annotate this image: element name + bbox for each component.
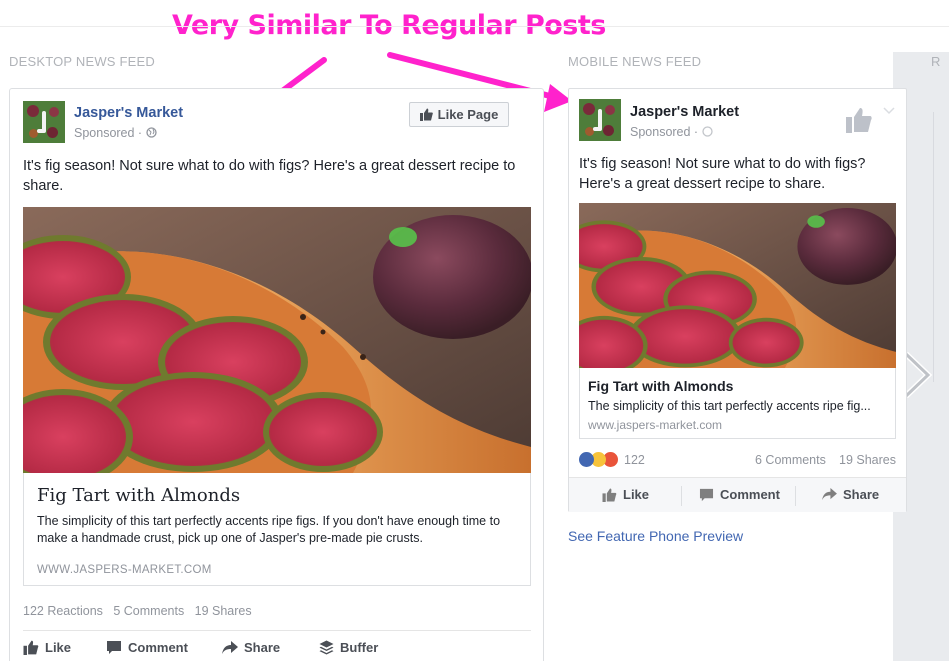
link-preview-box[interactable]: Fig Tart with Almonds The simplicity of … — [579, 368, 896, 439]
reactions-count[interactable]: 122 Reactions — [23, 604, 103, 618]
comment-bubble-icon — [107, 641, 121, 654]
fig-tart-image[interactable] — [579, 203, 896, 368]
right-section-label: R — [931, 54, 941, 69]
buffer-stack-icon — [319, 640, 334, 655]
share-action-label: Share — [244, 640, 281, 655]
chevron-down-icon[interactable] — [883, 107, 895, 115]
globe-icon — [701, 126, 713, 137]
comment-action-label: Comment — [128, 640, 188, 655]
link-domain: WWW.JASPERS-MARKET.COM — [37, 564, 212, 576]
globe-icon — [145, 127, 157, 138]
post-text: It's fig season! Not sure what to do wit… — [579, 156, 866, 192]
buffer-action-label: Buffer — [340, 640, 379, 655]
mobile-post-card: Jasper's Market Sponsored · It's fig sea… — [568, 88, 907, 512]
sponsored-text: Sponsored · — [630, 125, 702, 139]
link-description: The simplicity of this tart perfectly ac… — [37, 514, 501, 545]
comments-count[interactable]: 6 Comments — [755, 453, 826, 467]
sponsored-label: Sponsored · — [630, 125, 713, 139]
sponsored-text: Sponsored · — [74, 126, 146, 140]
thumbs-up-icon — [419, 108, 433, 121]
share-action-button[interactable]: Share — [822, 487, 879, 502]
mobile-action-bar: Like Comment Share — [569, 477, 906, 512]
post-text: It's fig season! Not sure what to do wit… — [23, 158, 516, 194]
link-title: Fig Tart with Almonds — [37, 485, 241, 506]
like-page-label: Like Page — [437, 107, 499, 122]
link-description: The simplicity of this tart perfectly ac… — [588, 399, 871, 413]
thumbs-up-icon — [23, 640, 39, 655]
mobile-section-label: MOBILE NEWS FEED — [568, 54, 702, 69]
comment-action-button[interactable]: Comment — [699, 487, 780, 502]
desktop-post-card: Jasper's Market Sponsored · Like Page It… — [9, 88, 544, 661]
reaction-count[interactable]: 122 — [624, 453, 645, 467]
like-action-label: Like — [45, 640, 72, 655]
top-divider — [0, 26, 949, 27]
comment-action-button[interactable]: Comment — [106, 640, 188, 655]
comments-count[interactable]: 5 Comments — [113, 604, 184, 618]
like-page-button[interactable]: Like Page — [409, 102, 509, 127]
fig-tart-image[interactable] — [23, 207, 531, 473]
page-name-link[interactable]: Jasper's Market — [630, 104, 739, 120]
like-action-button[interactable]: Like — [23, 640, 71, 655]
link-title: Fig Tart with Almonds — [588, 378, 734, 394]
share-action-label: Share — [843, 487, 880, 502]
share-arrow-icon — [222, 640, 238, 654]
page-avatar[interactable] — [23, 101, 65, 143]
shares-count[interactable]: 19 Shares — [839, 453, 897, 467]
page-avatar[interactable] — [579, 99, 621, 141]
feature-phone-preview-link[interactable]: See Feature Phone Preview — [568, 528, 743, 544]
link-domain: www.jaspers-market.com — [588, 418, 723, 432]
like-page-thumb-icon[interactable] — [845, 107, 873, 133]
like-action-button[interactable]: Like — [602, 487, 649, 502]
like-reaction-icon — [579, 452, 594, 467]
comment-bubble-icon — [699, 488, 714, 501]
desktop-section-label: DESKTOP NEWS FEED — [9, 54, 155, 69]
link-preview-box[interactable]: Fig Tart with Almonds The simplicity of … — [23, 473, 531, 586]
page-name-link[interactable]: Jasper's Market — [74, 105, 183, 121]
action-separator — [795, 486, 796, 506]
sponsored-label: Sponsored · — [74, 126, 157, 140]
share-action-button[interactable]: Share — [222, 640, 280, 655]
buffer-action-button[interactable]: Buffer — [319, 640, 378, 655]
post-stats: 122 Reactions 5 Comments 19 Shares — [23, 604, 252, 618]
shares-count[interactable]: 19 Shares — [195, 604, 252, 618]
thumbs-up-icon — [602, 488, 617, 502]
actions-divider — [23, 630, 531, 631]
panel-divider — [933, 112, 934, 382]
share-arrow-icon — [822, 488, 837, 501]
like-action-label: Like — [623, 487, 650, 502]
action-separator — [681, 486, 682, 506]
comment-action-label: Comment — [720, 487, 780, 502]
